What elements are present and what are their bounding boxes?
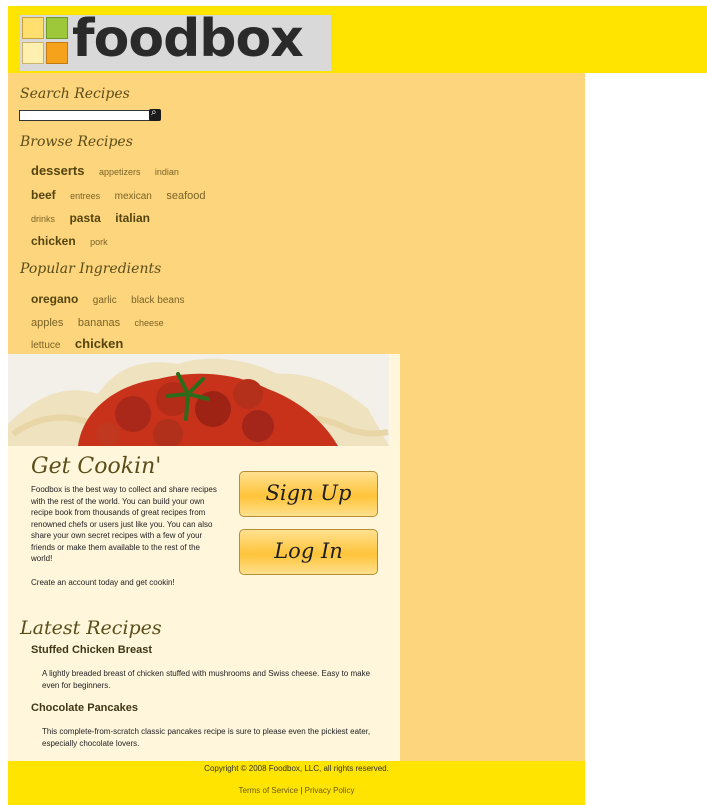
intro-text: Foodbox is the best way to collect and s… — [31, 484, 219, 588]
search-icon: ⌕ — [151, 107, 157, 118]
browse-row: chicken pork — [31, 232, 118, 252]
logo-square-green — [46, 17, 68, 39]
tag-desserts[interactable]: desserts — [31, 163, 84, 178]
privacy-policy-link[interactable]: Privacy Policy — [305, 786, 355, 795]
latest-recipes-title: Latest Recipes — [20, 617, 162, 639]
ingredient-row: apples bananas cheese — [31, 313, 174, 333]
tag-entrees[interactable]: entrees — [70, 191, 100, 201]
recipe-description: This complete-from-scratch classic panca… — [42, 727, 371, 748]
logo-square-cream — [22, 42, 44, 64]
logo-square-orange — [46, 42, 68, 64]
footer-links: Terms of Service | Privacy Policy — [8, 786, 585, 795]
tag-pasta[interactable]: pasta — [69, 211, 100, 225]
foodbox-logo[interactable]: foodbox — [20, 9, 331, 71]
site-footer: Copyright © 2008 Foodbox, LLC, all right… — [8, 761, 585, 805]
recipe-title-link[interactable]: Stuffed Chicken Breast — [31, 644, 152, 656]
recipe-description: A lightly breaded breast of chicken stuf… — [42, 669, 371, 690]
tag-pork[interactable]: pork — [90, 237, 108, 247]
browse-row: desserts appetizers indian — [31, 162, 189, 182]
ingredient-oregano[interactable]: oregano — [31, 292, 78, 306]
copyright-text: Copyright © 2008 Foodbox, LLC, all right… — [204, 764, 389, 773]
browse-row: beef entrees mexican seafood — [31, 186, 215, 206]
content-panel: Get Cookin' Foodbox is the best way to c… — [8, 354, 400, 761]
browse-title: Browse Recipes — [20, 134, 133, 150]
tag-italian[interactable]: italian — [115, 211, 150, 225]
tag-beef[interactable]: beef — [31, 188, 56, 202]
log-in-button[interactable]: Log In — [239, 529, 378, 575]
hero-food-image — [8, 354, 389, 446]
browse-row: drinks pasta italian — [31, 209, 160, 229]
tag-drinks[interactable]: drinks — [31, 214, 55, 224]
ingredient-cheese[interactable]: cheese — [135, 318, 164, 328]
ingredient-bananas[interactable]: bananas — [78, 317, 120, 329]
tag-appetizers[interactable]: appetizers — [99, 167, 141, 177]
ingredient-chicken[interactable]: chicken — [75, 336, 123, 351]
terms-of-service-link[interactable]: Terms of Service — [239, 786, 299, 795]
tag-seafood[interactable]: seafood — [166, 190, 205, 202]
recipe-title-link[interactable]: Chocolate Pancakes — [31, 702, 138, 714]
search-title: Search Recipes — [20, 86, 130, 102]
intro-cta: Create an account today and get cookin! — [31, 577, 175, 587]
search-button[interactable]: ⌕ — [149, 107, 161, 121]
ingredient-row: oregano garlic black beans — [31, 290, 195, 310]
ingredient-lettuce[interactable]: lettuce — [31, 340, 60, 351]
sign-up-button[interactable]: Sign Up — [239, 471, 378, 517]
site-header: foodbox — [8, 6, 707, 73]
footer-separator: | — [300, 786, 303, 795]
tag-indian[interactable]: indian — [155, 167, 179, 177]
ingredients-title: Popular Ingredients — [20, 261, 162, 277]
logo-square-yellow — [22, 17, 44, 39]
ingredient-black-beans[interactable]: black beans — [131, 295, 184, 306]
search-input[interactable] — [19, 110, 151, 121]
tag-mexican[interactable]: mexican — [115, 191, 152, 202]
ingredient-garlic[interactable]: garlic — [93, 295, 117, 306]
get-cookin-title: Get Cookin' — [31, 454, 162, 479]
tag-chicken[interactable]: chicken — [31, 234, 76, 248]
spaghetti-meatballs-image — [8, 354, 389, 446]
intro-paragraph: Foodbox is the best way to collect and s… — [31, 485, 217, 563]
main-column: Search Recipes ⌕ Browse Recipes desserts… — [8, 73, 585, 761]
ingredient-apples[interactable]: apples — [31, 317, 63, 329]
ingredient-row: lettuce chicken — [31, 335, 133, 355]
logo-text: foodbox — [72, 9, 304, 69]
